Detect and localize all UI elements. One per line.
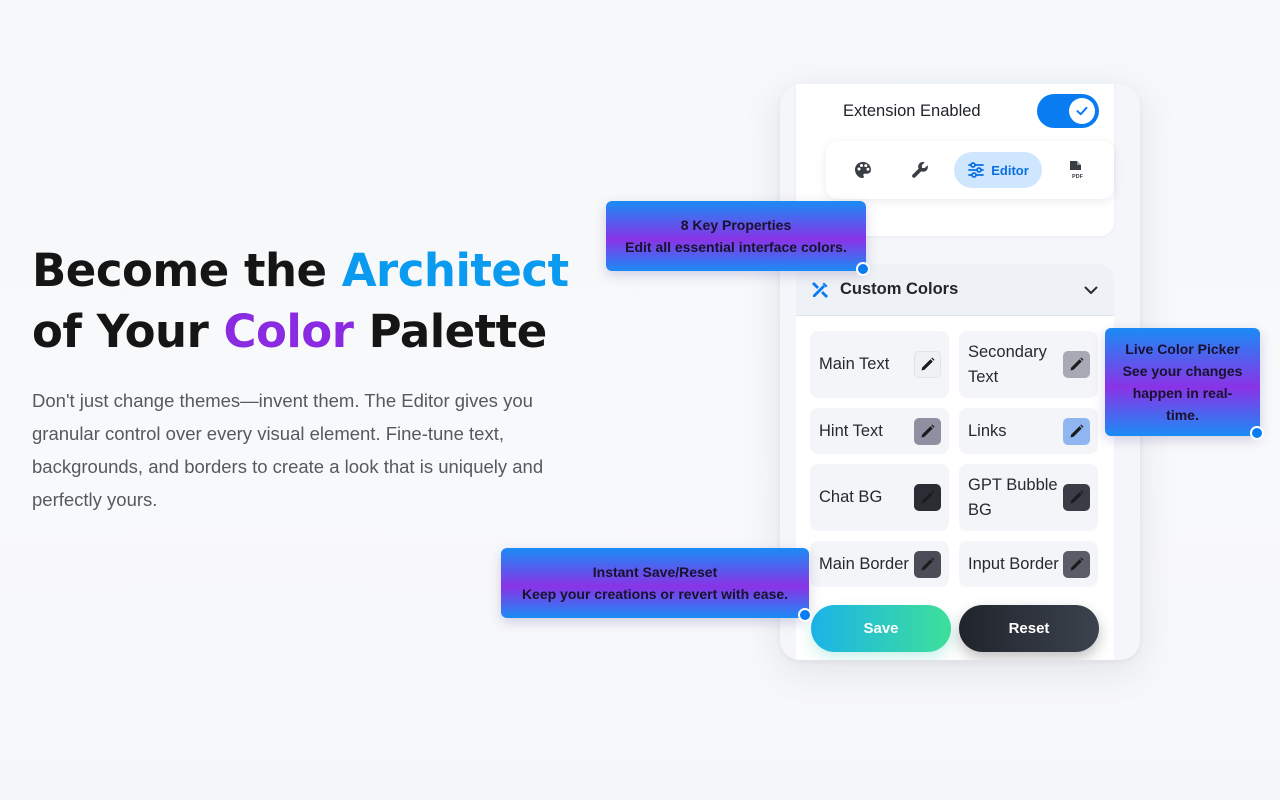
callout-key-properties-anchor xyxy=(856,262,870,276)
color-row-main-border[interactable]: Main Border xyxy=(810,541,949,587)
pencil-icon xyxy=(1070,424,1084,437)
save-button[interactable]: Save xyxy=(811,605,951,652)
sliders-icon xyxy=(968,162,985,178)
extension-panel: Extension Enabled Editor PDF Custom Colo… xyxy=(780,84,1140,660)
custom-colors-title: Custom Colors xyxy=(840,280,959,298)
color-row-secondary-text[interactable]: Secondary Text xyxy=(959,331,1098,398)
custom-colors-header[interactable]: Custom Colors xyxy=(796,264,1114,316)
callout-live-color-picker: Live Color Picker See your changes happe… xyxy=(1105,328,1260,436)
color-row-hint-text[interactable]: Hint Text xyxy=(810,408,949,454)
check-icon xyxy=(1076,106,1088,116)
color-label: Chat BG xyxy=(819,488,883,506)
tab-bar: Editor PDF xyxy=(826,141,1114,199)
tab-editor[interactable]: Editor xyxy=(954,152,1042,188)
hero-title-text: Become the xyxy=(32,244,342,297)
color-label: Input Border xyxy=(968,554,1059,573)
color-row-input-border[interactable]: Input Border xyxy=(959,541,1098,587)
color-swatch-input-border[interactable] xyxy=(1063,550,1090,578)
callout-save-reset: Instant Save/Reset Keep your creations o… xyxy=(501,548,809,618)
pencil-icon xyxy=(921,357,935,371)
color-swatch-main-border[interactable] xyxy=(914,550,941,578)
pencil-icon xyxy=(1070,357,1084,371)
color-swatch-hint-text[interactable] xyxy=(914,417,941,445)
callout-title: Instant Save/Reset xyxy=(592,564,718,580)
pencil-icon xyxy=(921,424,935,437)
reset-button[interactable]: Reset xyxy=(959,605,1099,652)
color-swatch-gpt-bubble-bg[interactable] xyxy=(1063,484,1090,511)
custom-colors-section: Custom Colors Main Text Secondary Text H… xyxy=(796,264,1114,660)
callout-live-color-picker-anchor xyxy=(1250,426,1264,440)
hero-title-text: Palette xyxy=(353,305,548,358)
color-label: GPT Bubble BG xyxy=(968,475,1058,519)
extension-toggle[interactable] xyxy=(1037,94,1099,128)
callout-title: Live Color Picker xyxy=(1125,341,1240,357)
pencil-icon xyxy=(1070,490,1084,504)
color-swatch-main-text[interactable] xyxy=(914,351,941,378)
hero-title-accent-color: Color xyxy=(223,305,354,358)
color-label: Main Border xyxy=(819,554,909,573)
wrench-icon xyxy=(912,162,928,178)
color-label: Secondary Text xyxy=(968,342,1047,386)
callout-text: Edit all essential interface colors. xyxy=(625,239,847,255)
pencil-icon xyxy=(921,557,935,570)
color-swatch-chat-bg[interactable] xyxy=(914,484,941,511)
tab-tools[interactable] xyxy=(905,152,935,188)
pdf-text: PDF xyxy=(1072,174,1084,180)
palette-icon xyxy=(855,162,871,178)
tab-themes[interactable] xyxy=(848,152,878,188)
color-swatch-secondary-text[interactable] xyxy=(1063,351,1090,378)
extension-enabled-label: Extension Enabled xyxy=(843,102,981,120)
pencil-icon xyxy=(921,490,935,504)
color-swatch-links[interactable] xyxy=(1063,417,1090,445)
hero-description: Don't just change themes—invent them. Th… xyxy=(32,390,544,510)
color-label: Hint Text xyxy=(819,421,883,440)
callout-key-properties: 8 Key Properties Edit all essential inte… xyxy=(606,201,866,271)
callout-save-reset-anchor xyxy=(798,608,812,622)
color-row-chat-bg[interactable]: Chat BG xyxy=(810,464,949,531)
toggle-knob xyxy=(1069,98,1095,124)
color-label: Main Text xyxy=(819,355,890,373)
color-label: Links xyxy=(968,421,1007,440)
tab-editor-label: Editor xyxy=(991,162,1029,178)
design-tools-icon xyxy=(812,281,828,298)
callout-text: Keep your creations or revert with ease. xyxy=(521,586,789,602)
callout-title: 8 Key Properties xyxy=(680,217,792,233)
color-row-links[interactable]: Links xyxy=(959,408,1098,454)
hero-title-accent-architect: Architect xyxy=(341,244,569,297)
hero-title: Become the Architect of Your Color Palet… xyxy=(32,240,632,362)
hero-title-text: of Your xyxy=(32,305,224,358)
chevron-down-icon xyxy=(1084,286,1098,294)
pencil-icon xyxy=(1070,557,1084,570)
tab-pdf[interactable]: PDF xyxy=(1063,152,1089,188)
callout-text: See your changes happen in real-time. xyxy=(1122,363,1243,423)
color-row-main-text[interactable]: Main Text xyxy=(810,331,949,398)
color-row-gpt-bubble-bg[interactable]: GPT Bubble BG xyxy=(959,464,1098,531)
hero: Become the Architect of Your Color Palet… xyxy=(32,240,632,516)
pdf-file-icon: PDF xyxy=(1070,161,1084,180)
